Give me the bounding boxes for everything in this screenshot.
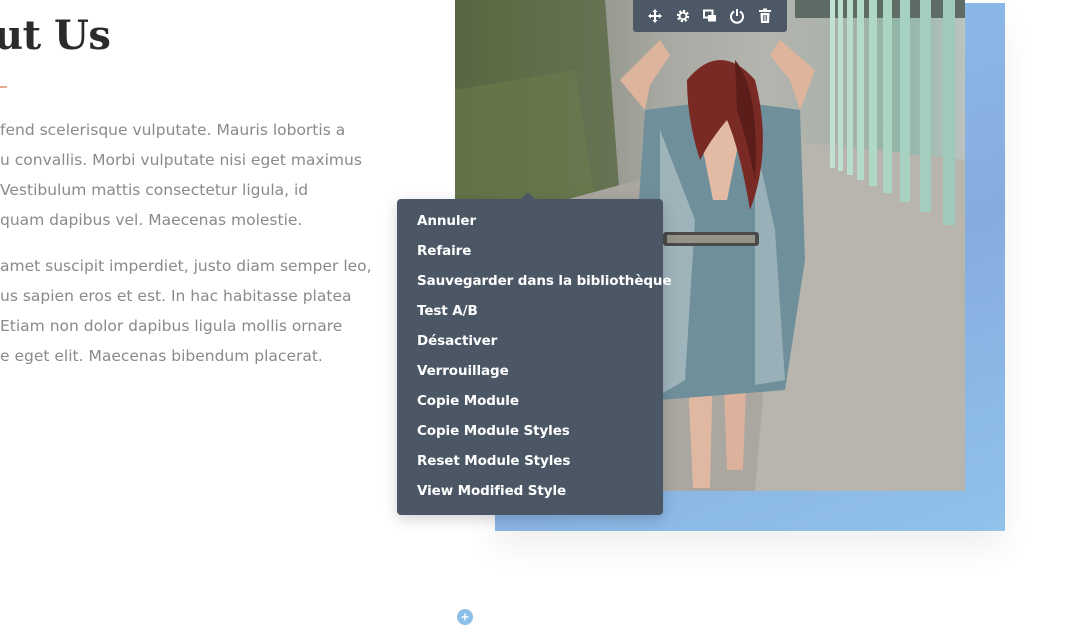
paragraph-line: Etiam non dolor dapibus ligula mollis or… xyxy=(0,317,343,335)
paragraph-line: amet suscipit imperdiet, justo diam semp… xyxy=(0,257,372,275)
menu-item-copy-module-styles[interactable]: Copie Module Styles xyxy=(397,416,663,446)
add-row-button[interactable] xyxy=(457,609,473,625)
paragraph-line: quam dapibus vel. Maecenas molestie. xyxy=(0,211,303,229)
menu-item-lock[interactable]: Verrouillage xyxy=(397,356,663,386)
menu-item-reset-module-styles[interactable]: Reset Module Styles xyxy=(397,446,663,476)
paragraph-line: us sapien eros et est. In hac habitasse … xyxy=(0,287,352,305)
duplicate-icon xyxy=(702,9,716,22)
menu-item-disable[interactable]: Désactiver xyxy=(397,326,663,356)
move-icon xyxy=(648,9,663,23)
section-heading: ut Us xyxy=(0,12,111,59)
menu-item-ab-test[interactable]: Test A/B xyxy=(397,296,663,326)
body-paragraph-1: fend scelerisque vulputate. Mauris lobor… xyxy=(0,115,380,235)
body-paragraph-2: amet suscipit imperdiet, justo diam semp… xyxy=(0,251,380,371)
trash-icon xyxy=(758,8,771,23)
duplicate-button[interactable] xyxy=(699,5,721,27)
plus-icon xyxy=(461,613,469,621)
paragraph-line: e eget elit. Maecenas bibendum placerat. xyxy=(0,347,323,365)
context-menu: Annuler Refaire Sauvegarder dans la bibl… xyxy=(397,192,672,515)
power-icon xyxy=(730,9,745,24)
paragraph-line: fend scelerisque vulputate. Mauris lobor… xyxy=(0,121,346,139)
disable-button[interactable] xyxy=(726,5,748,27)
paragraph-line: Vestibulum mattis consectetur ligula, id xyxy=(0,181,309,199)
gear-icon xyxy=(676,9,689,23)
menu-item-save-to-library[interactable]: Sauvegarder dans la bibliothèque xyxy=(397,266,672,296)
move-button[interactable] xyxy=(644,5,666,27)
menu-item-view-modified-style[interactable]: View Modified Style xyxy=(397,476,663,506)
settings-button[interactable] xyxy=(672,5,694,27)
menu-item-undo[interactable]: Annuler xyxy=(397,206,663,236)
paragraph-line: u convallis. Morbi vulputate nisi eget m… xyxy=(0,151,362,169)
heading-accent-rule xyxy=(0,86,7,88)
menu-item-redo[interactable]: Refaire xyxy=(397,236,663,266)
menu-item-copy-module[interactable]: Copie Module xyxy=(397,386,663,416)
delete-button[interactable] xyxy=(754,5,776,27)
module-toolbar xyxy=(633,0,787,32)
